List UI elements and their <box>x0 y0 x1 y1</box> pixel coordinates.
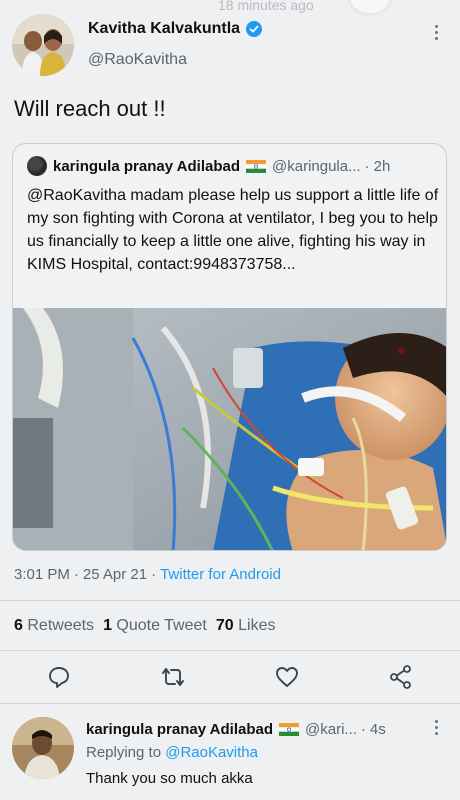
tweet-meta: 3:01 PM · 25 Apr 21 · Twitter for Androi… <box>14 566 281 583</box>
reply-author-avatar[interactable] <box>12 717 74 779</box>
more-vertical-icon[interactable] <box>432 25 440 40</box>
likes-stat[interactable]: 70 Likes <box>216 617 276 635</box>
reply-time: 4s <box>369 721 386 738</box>
status-time-ago: 18 minutes ago <box>218 0 314 13</box>
author-handle[interactable]: @RaoKavitha <box>88 51 187 69</box>
reply-header: karingula pranay Adilabad @kari... · 4s <box>86 721 446 738</box>
share-icon[interactable] <box>388 664 414 690</box>
retweets-label: Retweets <box>27 617 95 634</box>
quote-count: 1 <box>103 617 112 634</box>
tweet-actions <box>0 664 460 692</box>
quoted-separator: · <box>364 157 370 175</box>
quoted-time: 2h <box>373 157 391 175</box>
tweet-source-link[interactable]: Twitter for Android <box>160 566 281 583</box>
author-name[interactable]: Kavitha Kalvakuntla <box>88 20 263 38</box>
meta-separator: · <box>73 566 79 583</box>
quoted-author-name[interactable]: karingula pranay Adilabad <box>53 158 240 175</box>
reply-separator: · <box>360 721 366 738</box>
quote-tweet-stat[interactable]: 1 Quote Tweet <box>103 617 207 635</box>
meta-separator: · <box>151 566 157 583</box>
likes-label: Likes <box>238 617 276 634</box>
reply-author-handle[interactable]: @kari... <box>305 721 357 738</box>
verified-badge-icon <box>246 21 263 37</box>
author-avatar[interactable] <box>12 14 74 76</box>
replying-to: Replying to @RaoKavitha <box>86 744 258 761</box>
reply-icon[interactable] <box>46 664 72 690</box>
india-flag-icon <box>246 159 266 173</box>
retweets-count: 6 <box>14 617 23 634</box>
quoted-author-avatar[interactable] <box>27 156 47 176</box>
quoted-tweet-header: karingula pranay Adilabad @karingula... … <box>27 156 437 176</box>
quoted-tweet-text: @RaoKavitha madam please help us support… <box>27 187 439 273</box>
replying-label: Replying to <box>86 744 162 761</box>
author-name-text[interactable]: Kavitha Kalvakuntla <box>88 20 240 38</box>
retweets-stat[interactable]: 6 Retweets <box>14 617 94 635</box>
reply-text: Thank you so much akka <box>86 770 253 787</box>
tweet-timestamp: 3:01 PM <box>14 566 70 583</box>
replying-to-handle[interactable]: @RaoKavitha <box>165 744 258 761</box>
divider <box>0 600 460 601</box>
divider <box>0 703 460 704</box>
divider <box>0 650 460 651</box>
india-flag-icon <box>279 723 299 736</box>
tweet-stats: 6 Retweets 1 Quote Tweet 70 Likes <box>14 617 275 635</box>
status-avatar <box>348 0 392 16</box>
heart-icon[interactable] <box>274 664 300 690</box>
quoted-author-handle[interactable]: @karingula... <box>272 158 361 175</box>
reply-author-name[interactable]: karingula pranay Adilabad <box>86 721 273 738</box>
tweet-text: Will reach out !! <box>14 96 166 121</box>
quoted-tweet-card[interactable]: karingula pranay Adilabad @karingula... … <box>12 143 447 551</box>
quote-label: Quote Tweet <box>116 617 207 634</box>
quoted-tweet-photo[interactable] <box>13 308 446 550</box>
tweet-date: 25 Apr 21 <box>82 566 148 583</box>
more-vertical-icon[interactable] <box>432 720 440 735</box>
retweet-icon[interactable] <box>160 664 186 690</box>
likes-count: 70 <box>215 617 234 634</box>
